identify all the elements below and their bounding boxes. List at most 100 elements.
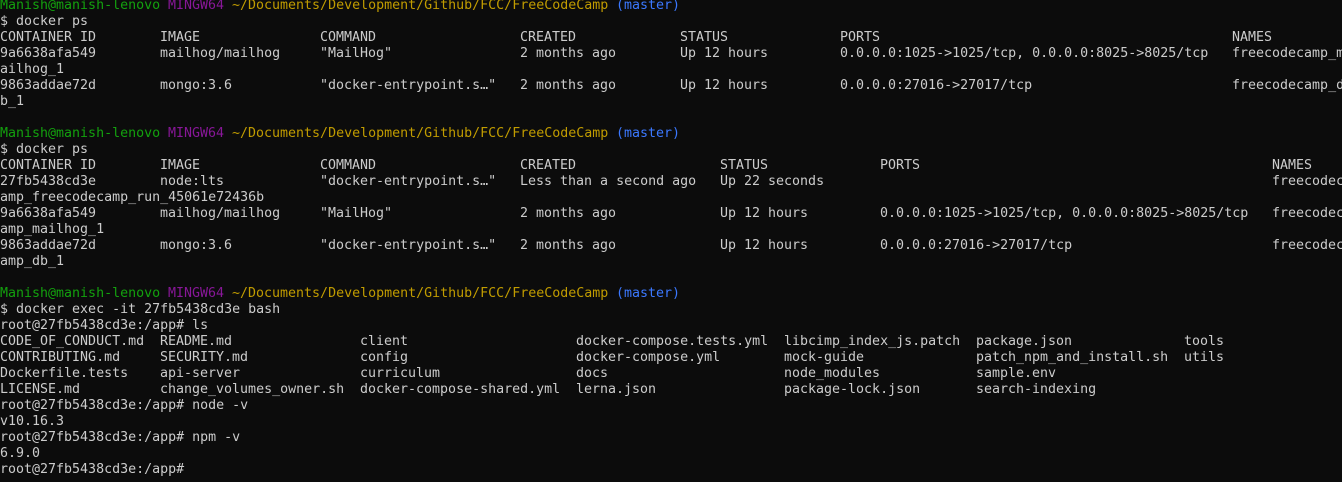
- cell-created: 2 months ago: [520, 206, 617, 221]
- cell-container-id: 27fb5438cd3e: [0, 174, 97, 189]
- file-entry: search-indexing: [976, 382, 1097, 397]
- prompt-env: MINGW64: [168, 286, 225, 301]
- cell-status: Up 12 hours: [720, 206, 809, 221]
- output-text: v10.16.3: [0, 414, 65, 429]
- col-header-command: COMMAND: [320, 30, 377, 45]
- command-line: root@27fb5438cd3e:/app# node -v: [0, 398, 248, 414]
- cell-status: Up 22 seconds: [720, 174, 825, 189]
- file-entry: package.json: [976, 334, 1073, 349]
- cell-ports: 0.0.0.0:27016->27017/tcp: [880, 238, 1073, 253]
- table-row: 9a6638afa549 mailhog/mailhog "MailHog" 2…: [0, 206, 1342, 222]
- cell-command: "MailHog": [320, 46, 393, 61]
- wrap-name: amp_freecodecamp_run_45061e72436b: [0, 190, 265, 205]
- prompt-line: Manish@manish-lenovo MINGW64 ~/Documents…: [0, 126, 680, 142]
- col-header-ports: PORTS: [880, 158, 921, 173]
- output-line: 6.9.0: [0, 446, 40, 462]
- cell-ports: 0.0.0.0:1025->1025/tcp, 0.0.0.0:8025->80…: [880, 206, 1249, 221]
- col-header-created: CREATED: [520, 30, 577, 45]
- file-entry: patch_npm_and_install.sh: [976, 350, 1169, 365]
- cell-created: 2 months ago: [520, 78, 617, 93]
- col-header-ports: PORTS: [840, 30, 881, 45]
- file-entry: utils: [1184, 350, 1225, 365]
- file-entry: LICENSE.md: [0, 382, 81, 397]
- col-header-names: NAMES: [1232, 30, 1273, 45]
- cell-container-id: 9a6638afa549: [0, 46, 97, 61]
- file-entry: api-server: [160, 366, 241, 381]
- cell-image: mongo:3.6: [160, 238, 233, 253]
- col-header-status: STATUS: [680, 30, 729, 45]
- wrapped-text: amp_db_1: [0, 254, 64, 270]
- cell-created: Less than a second ago: [520, 174, 697, 189]
- cell-command: "docker-entrypoint.s…": [320, 78, 497, 93]
- file-entry: lerna.json: [576, 382, 657, 397]
- cell-names: freecodec: [1272, 206, 1342, 221]
- cell-names: freecodecamp_m: [1232, 46, 1342, 61]
- cell-ports: 0.0.0.0:27016->27017/tcp: [840, 78, 1033, 93]
- command-line: $ docker exec -it 27fb5438cd3e bash: [0, 302, 280, 318]
- current-prompt[interactable]: root@27fb5438cd3e:/app#: [0, 462, 184, 478]
- file-entry: Dockerfile.tests: [0, 366, 129, 381]
- cell-image: mailhog/mailhog: [160, 46, 281, 61]
- command-text: $ docker ps: [0, 14, 89, 29]
- col-header-status: STATUS: [720, 158, 769, 173]
- col-header-image: IMAGE: [160, 158, 201, 173]
- ls-row: Dockerfile.tests api-server curriculum d…: [0, 366, 1056, 382]
- output-text: 6.9.0: [0, 446, 41, 461]
- wrap-name: ailhog_1: [0, 62, 65, 77]
- cell-image: mongo:3.6: [160, 78, 233, 93]
- prompt-branch: (master): [616, 0, 681, 13]
- file-entry: tools: [1184, 334, 1225, 349]
- file-entry: docs: [576, 366, 609, 381]
- file-entry: CODE_OF_CONDUCT.md: [0, 334, 145, 349]
- prompt-user: Manish@manish-lenovo: [0, 126, 161, 141]
- cell-container-id: 9863addae72d: [0, 238, 97, 253]
- prompt-path: ~/Documents/Development/Github/FCC/FreeC…: [232, 0, 609, 13]
- terminal-window[interactable]: Manish@manish-lenovo MINGW64 ~/Documents…: [0, 0, 1342, 482]
- command-text: root@27fb5438cd3e:/app# npm -v: [0, 430, 241, 445]
- cell-command: "MailHog": [320, 206, 393, 221]
- prompt-user: Manish@manish-lenovo: [0, 0, 161, 13]
- command-line: $ docker ps: [0, 142, 88, 158]
- file-entry: package-lock.json: [784, 382, 921, 397]
- cell-names: freecodec: [1272, 174, 1342, 189]
- cell-image: mailhog/mailhog: [160, 206, 281, 221]
- cell-created: 2 months ago: [520, 238, 617, 253]
- cell-command: "docker-entrypoint.s…": [320, 174, 497, 189]
- file-entry: client: [360, 334, 409, 349]
- prompt-branch: (master): [616, 126, 681, 141]
- cell-names: freecodecamp_d: [1232, 78, 1342, 93]
- file-entry: docker-compose-shared.yml: [360, 382, 561, 397]
- table-header: CONTAINER ID IMAGE COMMAND CREATED STATU…: [0, 158, 1312, 174]
- prompt-path: ~/Documents/Development/Github/FCC/FreeC…: [232, 286, 609, 301]
- table-header: CONTAINER ID IMAGE COMMAND CREATED STATU…: [0, 30, 1272, 46]
- cell-container-id: 9a6638afa549: [0, 206, 97, 221]
- cell-created: 2 months ago: [520, 46, 617, 61]
- file-entry: config: [360, 350, 409, 365]
- wrapped-text: amp_mailhog_1: [0, 222, 104, 238]
- file-entry: SECURITY.md: [160, 350, 249, 365]
- prompt-user: Manish@manish-lenovo: [0, 286, 161, 301]
- file-entry: CONTRIBUTING.md: [0, 350, 121, 365]
- table-row: 27fb5438cd3e node:lts "docker-entrypoint…: [0, 174, 1342, 190]
- file-entry: README.md: [160, 334, 233, 349]
- wrap-name: b_1: [0, 94, 25, 109]
- col-header-container-id: CONTAINER ID: [0, 158, 97, 173]
- file-entry: docker-compose.tests.yml: [576, 334, 769, 349]
- col-header-image: IMAGE: [160, 30, 201, 45]
- wrap-name: amp_mailhog_1: [0, 222, 105, 237]
- table-row: 9a6638afa549 mailhog/mailhog "MailHog" 2…: [0, 46, 1342, 62]
- col-header-container-id: CONTAINER ID: [0, 30, 97, 45]
- prompt-path: ~/Documents/Development/Github/FCC/FreeC…: [232, 126, 609, 141]
- table-row: 9863addae72d mongo:3.6 "docker-entrypoin…: [0, 78, 1342, 94]
- prompt-branch: (master): [616, 286, 681, 301]
- command-line: $ docker ps: [0, 14, 88, 30]
- wrapped-text: b_1: [0, 94, 32, 110]
- command-text: root@27fb5438cd3e:/app# ls: [0, 318, 209, 333]
- command-text: $ docker ps: [0, 142, 89, 157]
- file-entry: change_volumes_owner.sh: [160, 382, 345, 397]
- cell-status: Up 12 hours: [680, 78, 769, 93]
- ls-row: CONTRIBUTING.md SECURITY.md config docke…: [0, 350, 1224, 366]
- file-entry: docker-compose.yml: [576, 350, 721, 365]
- col-header-names: NAMES: [1272, 158, 1313, 173]
- command-text: root@27fb5438cd3e:/app# node -v: [0, 398, 249, 413]
